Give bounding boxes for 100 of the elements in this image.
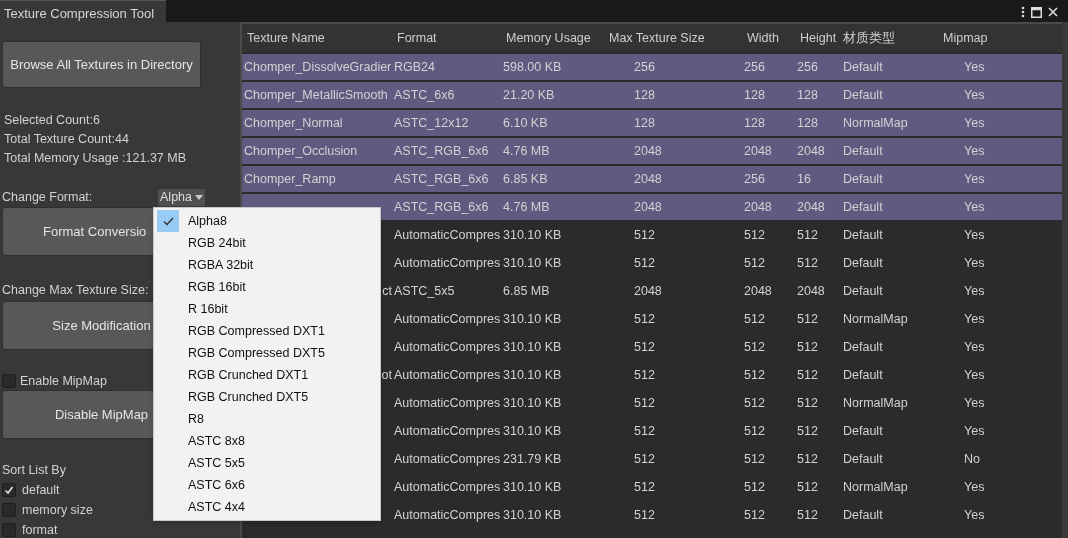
checkbox[interactable] <box>2 483 16 497</box>
table-cell-text: 512 <box>744 478 766 496</box>
maximize-icon[interactable] <box>1031 6 1042 18</box>
sort-option-label: default <box>22 481 60 499</box>
menu-item[interactable]: ASTC 5x5 <box>154 452 380 474</box>
caret-icon <box>195 194 203 200</box>
table-cell-text: 310.10 KB <box>503 366 563 384</box>
table-cell-text: ot <box>381 366 392 384</box>
table-cell-text: Yes <box>963 58 986 76</box>
table-cell-text: NormalMap <box>843 310 909 328</box>
table-cell-text: NormalMap <box>843 394 909 412</box>
size-label: Change Max Texture Size: <box>2 282 149 298</box>
mipmap-label: Enable MipMap <box>20 372 107 390</box>
table-cell-text: ASTC_RGB_6x6 <box>394 170 490 188</box>
table-cell-text: AutomaticCompres <box>394 338 502 356</box>
table-cell-text: AutomaticCompres <box>394 450 502 468</box>
table-cell-text: RGB24 <box>394 58 436 76</box>
more-icon[interactable] <box>1021 6 1025 18</box>
table-cell-text: 128 <box>633 114 656 132</box>
column-header[interactable]: Max Texture Size <box>609 28 747 48</box>
table-cell-text: 512 <box>744 254 766 272</box>
menu-item[interactable]: ASTC 6x6 <box>154 474 380 496</box>
table-cell-text: 512 <box>633 478 656 496</box>
table-row[interactable]: Chomper_Normal ASTC_12x12 6.10 KB 128 128 128 NormalMap Yes <box>242 110 1062 136</box>
table-cell-text: ASTC_6x6 <box>394 86 456 104</box>
menu-item[interactable]: RGB 16bit <box>154 276 380 298</box>
table-cell-text: 2048 <box>633 282 663 300</box>
table-cell-text: Yes <box>963 254 986 272</box>
action-button[interactable]: Browse All Textures in Directory <box>2 41 201 88</box>
table-cell-text: Default <box>843 198 884 216</box>
table-cell-text: 128 <box>744 86 766 104</box>
column-header[interactable]: 材质类型 <box>843 28 943 48</box>
checkbox[interactable] <box>2 374 16 388</box>
table-cell-text: Yes <box>963 198 986 216</box>
window-tab[interactable]: Texture Compression Tool <box>0 0 166 22</box>
table-cell-text: Default <box>843 450 884 468</box>
checkbox[interactable] <box>2 523 16 537</box>
table-cell-text: ASTC_RGB_6x6 <box>394 142 490 160</box>
table-cell-text: 310.10 KB <box>503 422 563 440</box>
table-cell-text: 512 <box>633 506 656 524</box>
table-cell-text: Default <box>843 338 884 356</box>
stat-text: Selected Count:6 <box>4 112 101 128</box>
column-header[interactable]: Texture Name <box>247 28 397 48</box>
table-cell-text: 512 <box>744 226 766 244</box>
table-cell-text: Yes <box>963 422 986 440</box>
table-row[interactable]: Chomper_MetallicSmooth ASTC_6x6 21.20 KB 128 128 128 Default Yes <box>242 82 1062 108</box>
table-cell-text: 512 <box>797 478 819 496</box>
column-header[interactable]: Width <box>747 28 800 48</box>
column-header[interactable]: Memory Usage <box>506 28 609 48</box>
table-cell-text: NormalMap <box>843 478 909 496</box>
column-header[interactable]: Mipmap <box>943 28 1023 48</box>
table-cell-text: 2048 <box>797 282 826 300</box>
table-cell-text: 512 <box>797 450 819 468</box>
table-cell-text: Default <box>843 226 884 244</box>
table-cell-text: Yes <box>963 394 986 412</box>
format-dropdown[interactable]: Alpha <box>158 188 205 206</box>
table-cell-text: AutomaticCompres <box>394 478 502 496</box>
table-row[interactable]: Chomper_Occlusion ASTC_RGB_6x6 4.76 MB 2048 2048 2048 Default Yes <box>242 138 1062 164</box>
table-cell-text: 598.00 KB <box>503 58 563 76</box>
table-row[interactable]: Chomper_Ramp ASTC_RGB_6x6 6.85 KB 2048 256 16 Default Yes <box>242 166 1062 192</box>
table-cell-text: 256 <box>744 170 766 188</box>
table-cell-text: 231.79 KB <box>503 450 563 468</box>
table-cell-text: 2048 <box>744 282 773 300</box>
table-cell-text: 2048 <box>633 170 663 188</box>
table-cell-text: AutomaticCompres <box>394 366 502 384</box>
table-cell-text: 256 <box>797 58 819 76</box>
table-cell-text: 512 <box>633 422 656 440</box>
table-cell-text: 512 <box>744 366 766 384</box>
table-cell-text: 2048 <box>744 142 773 160</box>
stat-text: Total Texture Count:44 <box>4 131 130 147</box>
close-icon[interactable] <box>1048 7 1058 17</box>
table-cell-text: 512 <box>797 366 819 384</box>
menu-item[interactable]: ASTC 4x4 <box>154 496 380 518</box>
table-row[interactable]: Chomper_DissolveGradier RGB24 598.00 KB 256 256 256 Default Yes <box>242 54 1062 80</box>
table-cell-text: 512 <box>797 226 819 244</box>
table-cell-text: ct <box>382 282 392 300</box>
table-cell-text: 310.10 KB <box>503 338 563 356</box>
table-cell-text: 512 <box>797 310 819 328</box>
table-cell-text: AutomaticCompres <box>394 310 502 328</box>
table-cell-text: 6.85 MB <box>503 282 551 300</box>
sort-label: Sort List By <box>2 462 66 478</box>
menu-item[interactable]: RGB Crunched DXT1 <box>154 364 380 386</box>
table-cell-text: 310.10 KB <box>503 478 563 496</box>
table-cell-text: Default <box>843 254 884 272</box>
table-cell-text: 2048 <box>633 198 663 216</box>
table-cell-text: 512 <box>797 506 819 524</box>
table-cell-text: Yes <box>963 282 986 300</box>
table-cell-text: 6.10 KB <box>503 114 549 132</box>
table-cell-text: 256 <box>744 58 766 76</box>
table-cell-text: 2048 <box>633 142 663 160</box>
table-cell-text: 128 <box>744 114 766 132</box>
menu-item[interactable]: RGBA 32bit <box>154 254 380 276</box>
table-cell-text: 512 <box>744 450 766 468</box>
table-cell-text: No <box>963 450 981 468</box>
column-header[interactable]: Format <box>397 28 506 48</box>
table-row[interactable]: ASTC_RGB_6x6 4.76 MB 2048 2048 2048 Default Yes <box>242 194 1062 220</box>
table-cell-text: Yes <box>963 170 986 188</box>
table-cell-text: 6.85 KB <box>503 170 549 188</box>
table-cell-text: Chomper_DissolveGradier <box>244 58 392 76</box>
checkbox[interactable] <box>2 503 16 517</box>
